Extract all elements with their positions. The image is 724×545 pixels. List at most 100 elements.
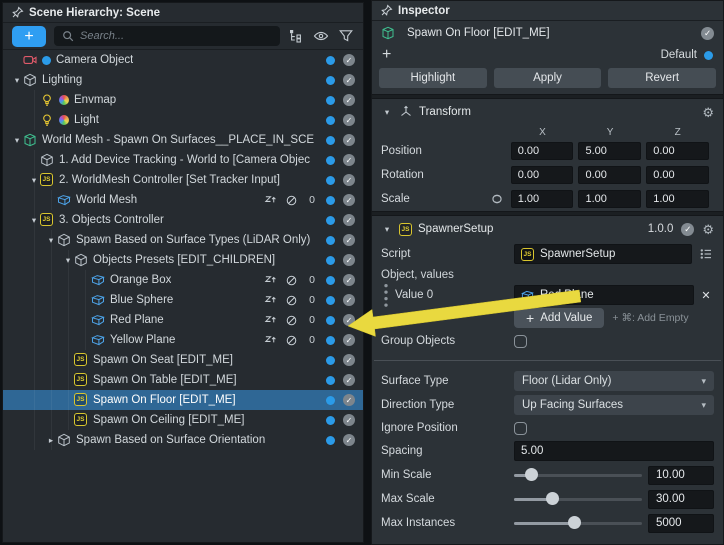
rotation-y-field[interactable]: 0.00: [578, 166, 641, 184]
gear-icon[interactable]: ⚙: [702, 106, 714, 119]
visibility-dot[interactable]: [326, 316, 335, 325]
circle-slash-icon[interactable]: [285, 274, 298, 287]
circle-slash-icon[interactable]: [285, 194, 298, 207]
enabled-checkbox[interactable]: ✓: [343, 274, 355, 286]
visibility-dot[interactable]: [326, 256, 335, 265]
enabled-checkbox[interactable]: ✓: [343, 94, 355, 106]
enabled-checkbox[interactable]: ✓: [343, 54, 355, 66]
component-enabled-checkbox[interactable]: ✓: [681, 223, 694, 236]
visibility-dot[interactable]: [326, 236, 335, 245]
chevron-down-icon[interactable]: ▾: [11, 75, 23, 86]
max-instances-slider-knob[interactable]: [568, 516, 581, 529]
ignore-position-checkbox[interactable]: [514, 422, 527, 435]
remove-value-icon[interactable]: ✕: [698, 289, 714, 302]
scale-z-field[interactable]: 1.00: [646, 190, 709, 208]
sort-order-icon[interactable]: [264, 314, 277, 327]
enabled-checkbox[interactable]: ✓: [343, 74, 355, 86]
filter-icon[interactable]: [338, 28, 354, 44]
enabled-checkbox[interactable]: ✓: [343, 394, 355, 406]
add-component-button[interactable]: +: [382, 47, 391, 63]
visibility-dot[interactable]: [326, 116, 335, 125]
enabled-checkbox[interactable]: ✓: [343, 154, 355, 166]
chevron-down-icon[interactable]: ▾: [11, 135, 23, 146]
enabled-checkbox[interactable]: ✓: [343, 334, 355, 346]
transform-section-header[interactable]: ▾ Transform ⚙: [372, 99, 723, 125]
enabled-checkbox[interactable]: ✓: [343, 294, 355, 306]
search-input[interactable]: Search...: [54, 26, 280, 46]
tree-item-spawn-on-ceiling-edit-me[interactable]: JSSpawn On Ceiling [EDIT_ME]✓: [3, 410, 363, 430]
link-scale-icon[interactable]: [490, 192, 510, 206]
tree-item-spawn-based-on-surface-orientation[interactable]: ▸Spawn Based on Surface Orientation✓: [3, 430, 363, 450]
max-scale-slider[interactable]: [514, 489, 642, 509]
visibility-dot[interactable]: [326, 136, 335, 145]
enabled-checkbox[interactable]: ✓: [343, 214, 355, 226]
enabled-checkbox[interactable]: ✓: [343, 234, 355, 246]
visibility-dot[interactable]: [326, 56, 335, 65]
scale-y-field[interactable]: 1.00: [578, 190, 641, 208]
chevron-down-icon[interactable]: ▾: [381, 224, 393, 235]
sort-order-icon[interactable]: [264, 274, 277, 287]
visibility-dot[interactable]: [326, 76, 335, 85]
script-picker-icon[interactable]: [697, 247, 714, 261]
apply-button[interactable]: Apply: [494, 68, 602, 88]
tree-item-objects-presets-edit-children[interactable]: ▾Objects Presets [EDIT_CHILDREN]✓: [3, 250, 363, 270]
spacing-field[interactable]: 5.00: [514, 441, 714, 461]
value-0-object-field[interactable]: Red Plane: [514, 285, 694, 305]
tree-item-orange-box[interactable]: Orange Box0✓: [3, 270, 363, 290]
tree-item-world-mesh[interactable]: World Mesh0✓: [3, 190, 363, 210]
enabled-checkbox[interactable]: ✓: [343, 254, 355, 266]
min-scale-slider[interactable]: [514, 465, 642, 485]
max-instances-value-field[interactable]: 5000: [648, 514, 714, 533]
circle-slash-icon[interactable]: [285, 314, 298, 327]
gear-icon[interactable]: ⚙: [702, 223, 714, 236]
drag-handle-icon[interactable]: [381, 282, 391, 309]
sort-order-icon[interactable]: [264, 334, 277, 347]
tree-filter-icon[interactable]: [288, 28, 304, 44]
enabled-checkbox[interactable]: ✓: [343, 354, 355, 366]
add-object-button[interactable]: +: [12, 26, 46, 47]
visibility-dot[interactable]: [326, 336, 335, 345]
visibility-dot[interactable]: [326, 356, 335, 365]
tree-item-envmap[interactable]: Envmap✓: [3, 90, 363, 110]
min-scale-slider-knob[interactable]: [525, 468, 538, 481]
script-field[interactable]: JS SpawnerSetup: [514, 244, 692, 264]
visibility-dot[interactable]: [326, 396, 335, 405]
sort-order-icon[interactable]: [264, 294, 277, 307]
tree-item-spawn-based-on-surface-types-lidar-only[interactable]: ▾Spawn Based on Surface Types (LiDAR Onl…: [3, 230, 363, 250]
max-scale-slider-knob[interactable]: [546, 492, 559, 505]
circle-slash-icon[interactable]: [285, 294, 298, 307]
enabled-checkbox[interactable]: ✓: [343, 414, 355, 426]
max-scale-value-field[interactable]: 30.00: [648, 490, 714, 509]
tree-item-blue-sphere[interactable]: Blue Sphere0✓: [3, 290, 363, 310]
tree-item-light[interactable]: Light✓: [3, 110, 363, 130]
position-x-field[interactable]: 0.00: [511, 142, 574, 160]
tree-item-2-worldmesh-controller-set-tracker-input[interactable]: ▾JS2. WorldMesh Controller [Set Tracker …: [3, 170, 363, 190]
enabled-checkbox[interactable]: ✓: [343, 374, 355, 386]
visibility-dot[interactable]: [326, 276, 335, 285]
tree-item-lighting[interactable]: ▾Lighting✓: [3, 70, 363, 90]
tree-item-spawn-on-seat-edit-me[interactable]: JSSpawn On Seat [EDIT_ME]✓: [3, 350, 363, 370]
tree-item-3-objects-controller[interactable]: ▾JS3. Objects Controller✓: [3, 210, 363, 230]
tree-item-spawn-on-table-edit-me[interactable]: JSSpawn On Table [EDIT_ME]✓: [3, 370, 363, 390]
add-value-button[interactable]: + Add Value: [514, 308, 604, 328]
visibility-dot[interactable]: [326, 196, 335, 205]
visibility-eye-icon[interactable]: [313, 28, 329, 44]
revert-button[interactable]: Revert: [608, 68, 716, 88]
rotation-x-field[interactable]: 0.00: [511, 166, 574, 184]
visibility-dot[interactable]: [326, 296, 335, 305]
visibility-dot[interactable]: [326, 176, 335, 185]
visibility-dot[interactable]: [326, 436, 335, 445]
default-state-dot[interactable]: [704, 51, 713, 60]
enabled-checkbox[interactable]: ✓: [343, 174, 355, 186]
tree-item-1-add-device-tracking-world-to-camera-objec[interactable]: 1. Add Device Tracking - World to [Camer…: [3, 150, 363, 170]
visibility-dot[interactable]: [326, 216, 335, 225]
enabled-checkbox[interactable]: ✓: [343, 114, 355, 126]
enabled-checkbox[interactable]: ✓: [343, 314, 355, 326]
spawnersetup-section-header[interactable]: ▾ JS SpawnerSetup 1.0.0 ✓ ⚙: [372, 216, 723, 242]
group-objects-checkbox[interactable]: [514, 335, 527, 348]
circle-slash-icon[interactable]: [285, 334, 298, 347]
tree-item-spawn-on-floor-edit-me[interactable]: JSSpawn On Floor [EDIT_ME]✓: [3, 390, 363, 410]
chevron-down-icon[interactable]: ▾: [381, 107, 393, 118]
tree-item-red-plane[interactable]: Red Plane0✓: [3, 310, 363, 330]
rotation-z-field[interactable]: 0.00: [646, 166, 709, 184]
